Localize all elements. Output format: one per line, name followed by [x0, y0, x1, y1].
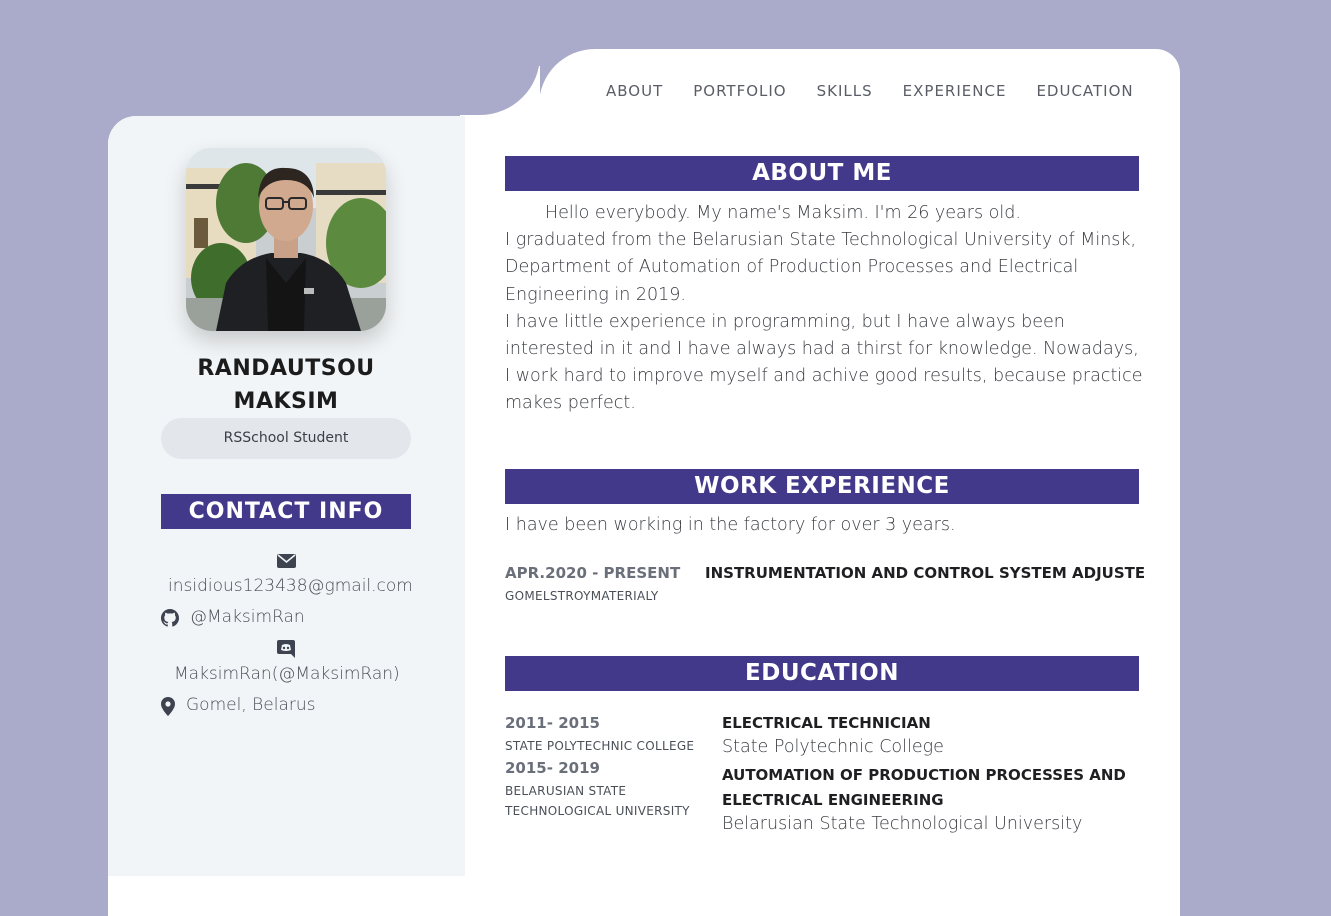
job-company: GOMELSTROYMATERIALY: [505, 589, 659, 603]
edu-school-2-line1: BELARUSIAN STATE: [505, 784, 627, 798]
edu-period-1: 2011- 2015: [505, 714, 600, 732]
job-period: APR.2020 - PRESENT: [505, 564, 681, 582]
edu-school-1: STATE POLYTECHNIC COLLEGE: [505, 739, 695, 753]
nav-link-experience[interactable]: EXPERIENCE: [903, 82, 1007, 100]
status-badge: RSSchool Student: [161, 418, 411, 459]
contact-location: Gomel, Belarus: [186, 695, 316, 715]
profile-name-line1: RANDAUTSOU: [197, 356, 375, 381]
about-intro: Hello everybody. My name's Maksim. I'm 2…: [545, 203, 1021, 223]
work-heading: WORK EXPERIENCE: [505, 469, 1139, 504]
edu-degree-2-line2: ELECTRICAL ENGINEERING: [722, 791, 944, 809]
nav-link-education[interactable]: EDUCATION: [1036, 82, 1133, 100]
edu-institution-1: State Polytechnic College: [722, 737, 944, 757]
envelope-icon: [277, 554, 296, 568]
education-heading: EDUCATION: [505, 656, 1139, 691]
contact-github[interactable]: @MaksimRan: [190, 607, 305, 627]
about-text: Hello everybody. My name's Maksim. I'm 2…: [505, 200, 1145, 418]
profile-name: RANDAUTSOU MAKSIM: [161, 352, 411, 418]
edu-degree-2-line1: AUTOMATION OF PRODUCTION PROCESSES AND: [722, 766, 1126, 784]
main-nav: ABOUT PORTFOLIO SKILLS EXPERIENCE EDUCAT…: [606, 82, 1134, 100]
about-education: I graduated from the Belarusian State Te…: [505, 230, 1137, 305]
nav-link-portfolio[interactable]: PORTFOLIO: [693, 82, 786, 100]
contact-email[interactable]: insidious123438@gmail.com: [168, 576, 413, 596]
map-pin-icon: [161, 697, 175, 716]
job-position: INSTRUMENTATION AND CONTROL SYSTEM ADJUS…: [705, 564, 1146, 582]
nav-link-about[interactable]: ABOUT: [606, 82, 663, 100]
about-heading: ABOUT ME: [505, 156, 1139, 191]
contact-discord[interactable]: MaksimRan(@MaksimRan): [174, 664, 400, 684]
nav-link-skills[interactable]: SKILLS: [817, 82, 873, 100]
edu-institution-2: Belarusian State Technological Universit…: [722, 814, 1083, 834]
edu-degree-1: ELECTRICAL TECHNICIAN: [722, 714, 931, 732]
profile-photo-image: [186, 148, 386, 331]
github-icon: [161, 609, 179, 627]
profile-photo: [186, 148, 386, 331]
contact-info-heading: CONTACT INFO: [161, 494, 411, 529]
edu-period-2: 2015- 2019: [505, 759, 600, 777]
discord-icon: [277, 640, 295, 658]
work-summary: I have been working in the factory for o…: [505, 515, 956, 535]
profile-name-line2: MAKSIM: [233, 389, 339, 414]
about-experience: I have little experience in programming,…: [505, 311, 1143, 414]
edu-school-2-line2: TECHNOLOGICAL UNIVERSITY: [505, 804, 690, 818]
